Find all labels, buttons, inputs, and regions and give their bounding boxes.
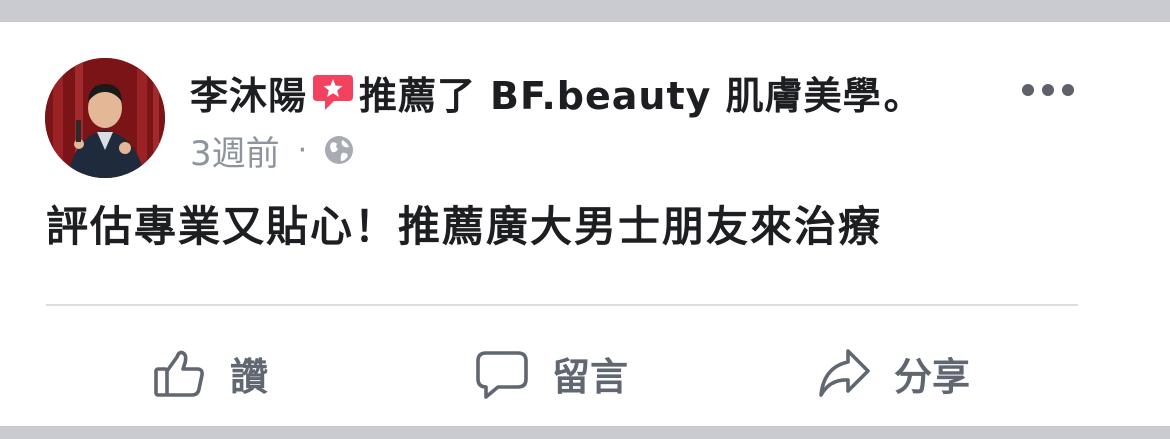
like-button[interactable]: 讚 xyxy=(152,330,268,416)
thumbs-up-icon xyxy=(152,345,208,401)
post-timestamp[interactable]: 3週前 xyxy=(190,126,280,175)
more-options-icon[interactable] xyxy=(1022,80,1074,100)
meta-separator: · xyxy=(297,132,308,168)
more-dot xyxy=(1042,84,1054,96)
share-button[interactable]: 分享 xyxy=(816,330,970,416)
more-dot xyxy=(1062,84,1074,96)
post-meta: 3週前 · xyxy=(190,126,355,175)
more-dot xyxy=(1022,84,1034,96)
comment-bubble-icon xyxy=(474,345,530,401)
like-label: 讚 xyxy=(230,354,269,399)
post-body-text: 評估專業又貼心！推薦廣大男士朋友來治療 xyxy=(46,202,883,251)
page-name-link[interactable]: BF.beauty 肌膚美學 xyxy=(490,65,882,120)
top-separator-band xyxy=(0,0,1170,22)
avatar[interactable] xyxy=(45,58,165,178)
action-bar: 讚 留言 分享 xyxy=(0,330,1170,416)
share-label: 分享 xyxy=(894,354,971,399)
author-name[interactable]: 李沐陽 xyxy=(190,65,307,120)
action-divider xyxy=(46,304,1078,306)
post-header: 李沐陽 推薦了 BF.beauty 肌膚美學 。 xyxy=(190,62,923,122)
share-arrow-icon xyxy=(816,345,872,401)
recommend-icon xyxy=(310,69,356,115)
globe-icon[interactable] xyxy=(323,134,355,166)
bottom-separator-band xyxy=(0,426,1170,439)
header-period: 。 xyxy=(883,73,923,118)
comment-label: 留言 xyxy=(552,354,629,399)
comment-button[interactable]: 留言 xyxy=(474,330,628,416)
recommend-verb: 推薦了 xyxy=(359,73,477,118)
